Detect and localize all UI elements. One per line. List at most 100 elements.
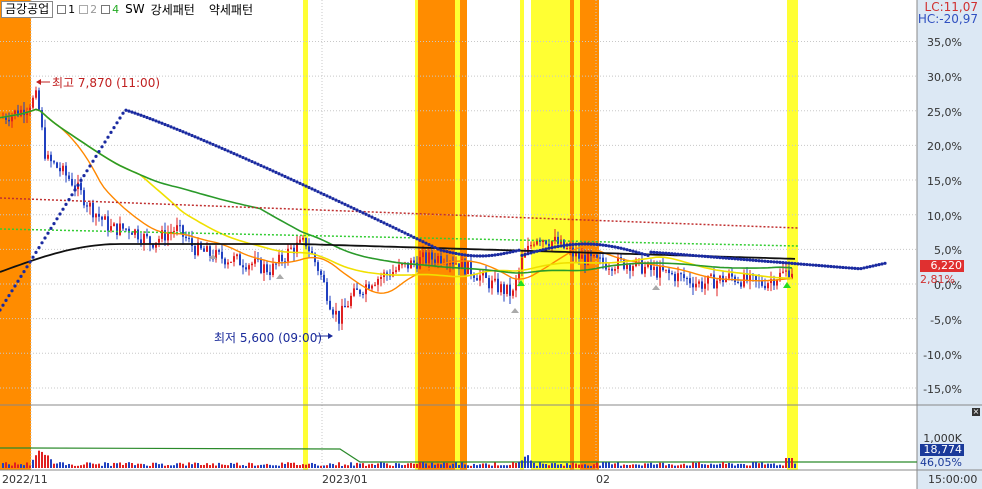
ma-blue-dot [370,215,374,219]
ma-blue-dot [61,207,65,211]
stock-name-box[interactable]: 금강공업 [1,0,54,18]
candle [398,264,400,271]
ma-blue-dot [241,155,245,160]
candle [740,282,742,287]
ma-blue-dot [37,246,41,250]
volume-bar [443,462,445,468]
candle [167,233,169,241]
close-icon[interactable]: × [972,408,980,416]
candle [209,246,211,256]
y-tick: 30,0% [927,71,962,84]
ma-blue-dot [601,243,605,247]
volume-bar [785,458,787,468]
volume-bar [515,463,517,468]
volume-bar [788,458,790,468]
volume-bar [560,464,562,468]
ma-blue-dot [247,158,251,162]
volume-bar [620,465,622,468]
candle [104,216,106,220]
candle [308,246,310,252]
ma-blue-dot [682,253,686,257]
ma-blue-dot [373,216,377,221]
candle [716,280,718,289]
ma-blue-dot [4,298,8,302]
volume-bar [377,463,379,468]
volume-bar [425,463,427,468]
candle [230,261,232,263]
pattern-band [531,0,570,470]
candle [767,283,769,289]
volume-bar [548,465,550,468]
volume-bar [146,465,148,468]
volume-bar [332,463,334,468]
volume-bar [152,462,154,468]
volume-bar [50,459,52,468]
x-tick: 2023/01 [322,473,368,486]
ma-blue-dot [205,140,209,144]
ma-blue-dot [223,148,227,152]
volume-bar [386,463,388,468]
volume-bar [584,464,586,468]
ma-blue-dot [496,252,500,257]
ma-blue-dot [478,254,482,258]
volume-bar [656,464,658,468]
tab-2[interactable]: 2 [79,3,97,16]
candle [47,154,49,159]
candle [56,162,58,168]
ma-blue-dot [559,244,563,248]
ma-blue-dot [115,121,119,125]
ma-blue-dot [73,188,77,192]
ma-blue-dot [532,250,536,254]
volume-bar [179,462,181,468]
volume-bar [80,465,82,468]
volume-bar [257,465,259,468]
volume-bar [83,464,85,468]
volume-bar [770,463,772,468]
tab-1[interactable]: 1 [57,3,75,16]
volume-bar [506,465,508,468]
volume-bar [752,462,754,468]
volume-bar [452,463,454,468]
candle [569,247,571,249]
volume-bar [317,465,319,468]
volume-bar [251,463,253,468]
ma-blue-dot [103,140,107,144]
ma-blue-dot [508,250,512,254]
ma-blue-dot [751,258,755,262]
ma-blue-dot [193,135,197,139]
ma-blue-dot [406,232,410,237]
ma-blue-dot [382,221,386,225]
candle [728,273,730,279]
volume-bar [143,464,145,468]
ma-blue-dot [835,265,839,269]
volume-bar [134,465,136,468]
ma-blue-dot [325,194,329,198]
pattern-band [418,0,455,470]
candle [521,257,523,271]
ma-blue-dot [427,243,431,247]
ma-blue-dot [604,243,608,248]
ma-orange [0,108,793,294]
tab-4[interactable]: 4 [101,3,119,16]
ma-blue-dot [49,226,53,230]
ma-blue-dot [313,188,317,192]
candle [656,266,658,278]
volume-bar [71,464,73,468]
volume-bar [335,465,337,468]
pattern-band [415,0,418,470]
candle [500,284,502,293]
ma-blue-dot [55,217,59,221]
candle [347,305,349,308]
volume-bar [479,464,481,468]
volume-bar [116,463,118,468]
ma-blue-dot [865,265,869,269]
ma-blue-dot [19,274,23,278]
volume-bar [614,463,616,468]
ma-blue-dot [676,252,680,256]
x-tick: 15:00:00 [928,473,978,486]
ma-blue-dot [715,255,719,259]
ma-blue-dot [595,242,599,247]
ma-blue-dot [796,262,800,266]
pattern-band [574,0,580,470]
candle [494,278,496,281]
